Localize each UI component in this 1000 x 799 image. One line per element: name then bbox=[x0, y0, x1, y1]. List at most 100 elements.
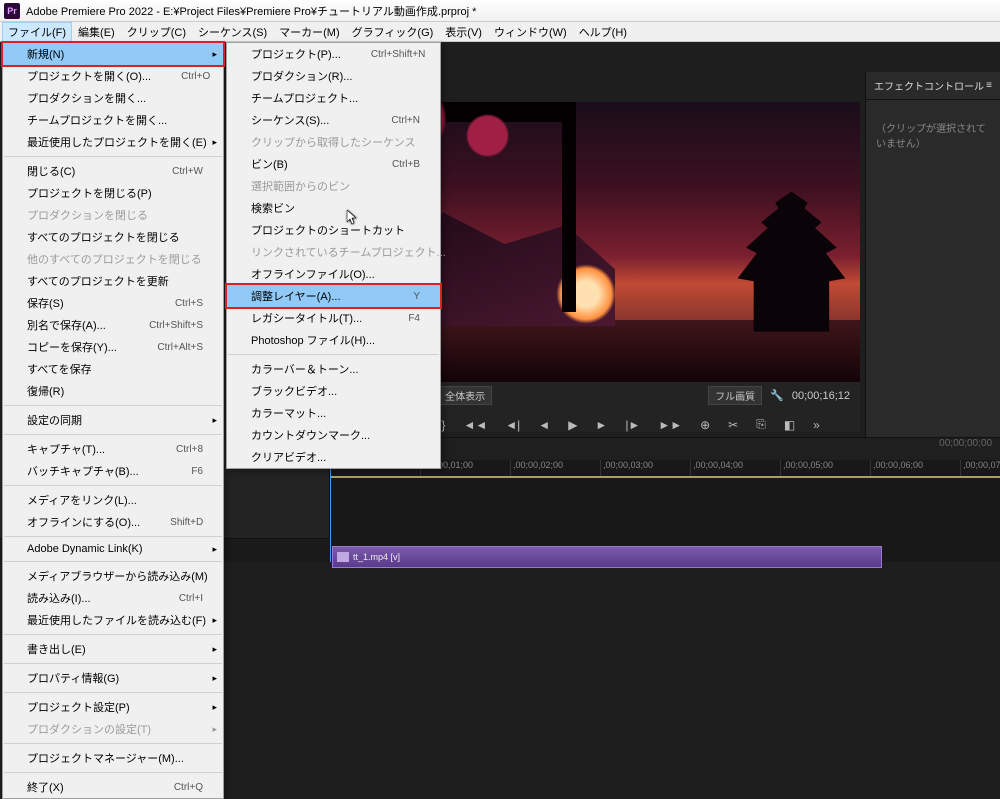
menu-marker[interactable]: マーカー(M) bbox=[273, 22, 346, 42]
menu-item[interactable]: メディアをリンク(L)... bbox=[3, 489, 223, 511]
menu-item[interactable]: チームプロジェクト... bbox=[227, 87, 440, 109]
menu-file[interactable]: ファイル(F) bbox=[2, 22, 72, 42]
menu-item: プロダクションの設定(T)▸ bbox=[3, 718, 223, 740]
submenu-arrow-icon: ▸ bbox=[212, 415, 217, 426]
export-frame-button[interactable]: ⎘ bbox=[756, 417, 766, 432]
menu-sequence[interactable]: シーケンス(S) bbox=[192, 22, 273, 42]
menu-graphics[interactable]: グラフィック(G) bbox=[346, 22, 440, 42]
menu-help[interactable]: ヘルプ(H) bbox=[573, 22, 633, 42]
wrench-icon[interactable]: 🔧 bbox=[770, 389, 784, 402]
step-forward-button[interactable]: |► bbox=[625, 418, 640, 432]
menu-item: プロダクションを閉じる bbox=[3, 204, 223, 226]
menu-item[interactable]: キャプチャ(T)...Ctrl+8 bbox=[3, 438, 223, 460]
menu-item[interactable]: 閉じる(C)Ctrl+W bbox=[3, 160, 223, 182]
submenu-arrow-icon: ▸ bbox=[212, 724, 217, 735]
new-submenu: プロジェクト(P)...Ctrl+Shift+Nプロダクション(R)... チーム… bbox=[226, 42, 441, 469]
go-to-out-button[interactable]: ►► bbox=[658, 418, 682, 432]
menu-item[interactable]: プロジェクトマネージャー(M)... bbox=[3, 747, 223, 769]
menu-item[interactable]: メディアブラウザーから読み込み(M) bbox=[3, 565, 223, 587]
menu-item[interactable]: 新規(N) ▸ bbox=[3, 43, 223, 65]
menu-item-label: Adobe Dynamic Link(K) bbox=[27, 543, 143, 555]
menu-item[interactable]: プロジェクトを開く(O)...Ctrl+O bbox=[3, 65, 223, 87]
menu-item[interactable]: プロダクションを開く... bbox=[3, 87, 223, 109]
menu-item[interactable]: ブラックビデオ... bbox=[227, 380, 440, 402]
menu-item[interactable]: すべてのプロジェクトを更新 bbox=[3, 270, 223, 292]
menu-item[interactable]: 終了(X)Ctrl+Q bbox=[3, 776, 223, 798]
menu-edit[interactable]: 編集(E) bbox=[72, 22, 121, 42]
menu-item-label: チームプロジェクトを開く... bbox=[27, 112, 167, 128]
menu-item[interactable]: カウントダウンマーク... bbox=[227, 424, 440, 446]
menu-item-label: レガシータイトル(T)... bbox=[251, 310, 362, 326]
menu-item[interactable]: 調整レイヤー(A)...Y bbox=[227, 285, 440, 307]
menu-item[interactable]: プロジェクトのショートカット bbox=[227, 219, 440, 241]
program-quality-dropdown[interactable]: フル画質 bbox=[708, 386, 762, 405]
menu-item-label: ビン(B) bbox=[251, 156, 288, 172]
program-viewer[interactable] bbox=[370, 102, 860, 382]
panel-menu-icon[interactable]: ≡ bbox=[986, 80, 992, 91]
step-back-button[interactable]: ◄| bbox=[505, 418, 520, 432]
menu-item[interactable]: 設定の同期▸ bbox=[3, 409, 223, 431]
menu-item-label: 最近使用したプロジェクトを開く(E) bbox=[27, 134, 207, 150]
menu-item[interactable]: プロダクション(R)... bbox=[227, 65, 440, 87]
menu-item[interactable]: 最近使用したプロジェクトを開く(E)▸ bbox=[3, 131, 223, 153]
menu-item[interactable]: プロジェクトを閉じる(P) bbox=[3, 182, 223, 204]
comparison-button[interactable]: ◧ bbox=[784, 418, 795, 432]
submenu-arrow-icon: ▸ bbox=[212, 49, 217, 60]
play-button[interactable]: ▶ bbox=[568, 418, 577, 432]
menu-item-label: 新規(N) bbox=[27, 46, 64, 62]
menu-window[interactable]: ウィンドウ(W) bbox=[488, 22, 573, 42]
menu-item-label: チームプロジェクト... bbox=[251, 90, 358, 106]
menu-item[interactable]: カラーマット... bbox=[227, 402, 440, 424]
menu-item[interactable]: 最近使用したファイルを読み込む(F)▸ bbox=[3, 609, 223, 631]
menu-item[interactable]: 読み込み(I)...Ctrl+I bbox=[3, 587, 223, 609]
extract-button[interactable]: ✂ bbox=[728, 418, 738, 432]
button-editor-button[interactable]: » bbox=[813, 418, 820, 432]
menu-item-label: クリップから取得したシーケンス bbox=[251, 134, 415, 150]
play-forward-button[interactable]: ► bbox=[595, 418, 607, 432]
menu-item-label: リンクされているチームプロジェクト... bbox=[251, 244, 446, 260]
menu-item[interactable]: プロパティ情報(G)▸ bbox=[3, 667, 223, 689]
menu-item[interactable]: プロジェクト設定(P) ▸ bbox=[3, 696, 223, 718]
menu-item[interactable]: カラーバー＆トーン... bbox=[227, 358, 440, 380]
menu-item[interactable]: 検索ビン bbox=[227, 197, 440, 219]
menu-item[interactable]: すべてのプロジェクトを閉じる bbox=[3, 226, 223, 248]
menu-item-label: プロジェクト設定(P) bbox=[27, 699, 130, 715]
menu-item[interactable]: バッチキャプチャ(B)...F6 bbox=[3, 460, 223, 482]
menu-item-label: 最近使用したファイルを読み込む(F) bbox=[27, 612, 206, 628]
program-timecode-right[interactable]: 00;00;16;12 bbox=[792, 390, 850, 402]
menu-view[interactable]: 表示(V) bbox=[439, 22, 488, 42]
timeline-playhead[interactable] bbox=[330, 460, 331, 562]
menu-item[interactable]: 保存(S)Ctrl+S bbox=[3, 292, 223, 314]
no-clip-selected-msg: （クリップが選択されていません） bbox=[866, 100, 1000, 170]
menu-item[interactable]: すべてを保存 bbox=[3, 358, 223, 380]
menu-item-label: すべてのプロジェクトを閉じる bbox=[27, 229, 180, 245]
menu-item-label: ブラックビデオ... bbox=[251, 383, 337, 399]
menu-item[interactable]: オフラインファイル(O)... bbox=[227, 263, 440, 285]
timeline-clip[interactable]: tt_1.mp4 [v] bbox=[332, 546, 882, 568]
menu-shortcut: Ctrl+Q bbox=[174, 782, 203, 793]
menu-item[interactable]: 復帰(R) bbox=[3, 380, 223, 402]
program-zoom-dropdown[interactable]: 全体表示 bbox=[438, 386, 492, 405]
menu-item[interactable]: オフラインにする(O)...Shift+D bbox=[3, 511, 223, 533]
menu-clip[interactable]: クリップ(C) bbox=[121, 22, 192, 42]
menu-item[interactable]: シーケンス(S)...Ctrl+N bbox=[227, 109, 440, 131]
go-to-in-button[interactable]: ◄◄ bbox=[464, 418, 488, 432]
menu-item[interactable]: コピーを保存(Y)...Ctrl+Alt+S bbox=[3, 336, 223, 358]
menu-item[interactable]: チームプロジェクトを開く... bbox=[3, 109, 223, 131]
menu-item[interactable]: プロジェクト(P)...Ctrl+Shift+N bbox=[227, 43, 440, 65]
play-backward-button[interactable]: ◄ bbox=[538, 418, 550, 432]
menu-item[interactable]: Adobe Dynamic Link(K)▸ bbox=[3, 540, 223, 558]
program-monitor: 00;00;00;00 全体表示 フル画質 🔧 00;00;16;12 ▾ { … bbox=[370, 102, 860, 432]
menu-item[interactable]: クリアビデオ... bbox=[227, 446, 440, 468]
menu-item[interactable]: レガシータイトル(T)...F4 bbox=[227, 307, 440, 329]
menu-item[interactable]: 別名で保存(A)...Ctrl+Shift+S bbox=[3, 314, 223, 336]
menu-item[interactable]: ビン(B) Ctrl+B bbox=[227, 153, 440, 175]
lift-button[interactable]: ⊕ bbox=[700, 418, 710, 432]
effect-controls-tab[interactable]: エフェクトコントロール ≡ bbox=[866, 72, 1000, 100]
menu-item[interactable]: 書き出し(E)▸ bbox=[3, 638, 223, 660]
menu-shortcut: Ctrl+8 bbox=[176, 444, 203, 455]
submenu-arrow-icon: ▸ bbox=[212, 702, 217, 713]
menu-shortcut: Ctrl+B bbox=[392, 159, 420, 170]
menu-item[interactable]: Photoshop ファイル(H)... bbox=[227, 329, 440, 351]
clip-label: tt_1.mp4 [v] bbox=[353, 552, 400, 562]
